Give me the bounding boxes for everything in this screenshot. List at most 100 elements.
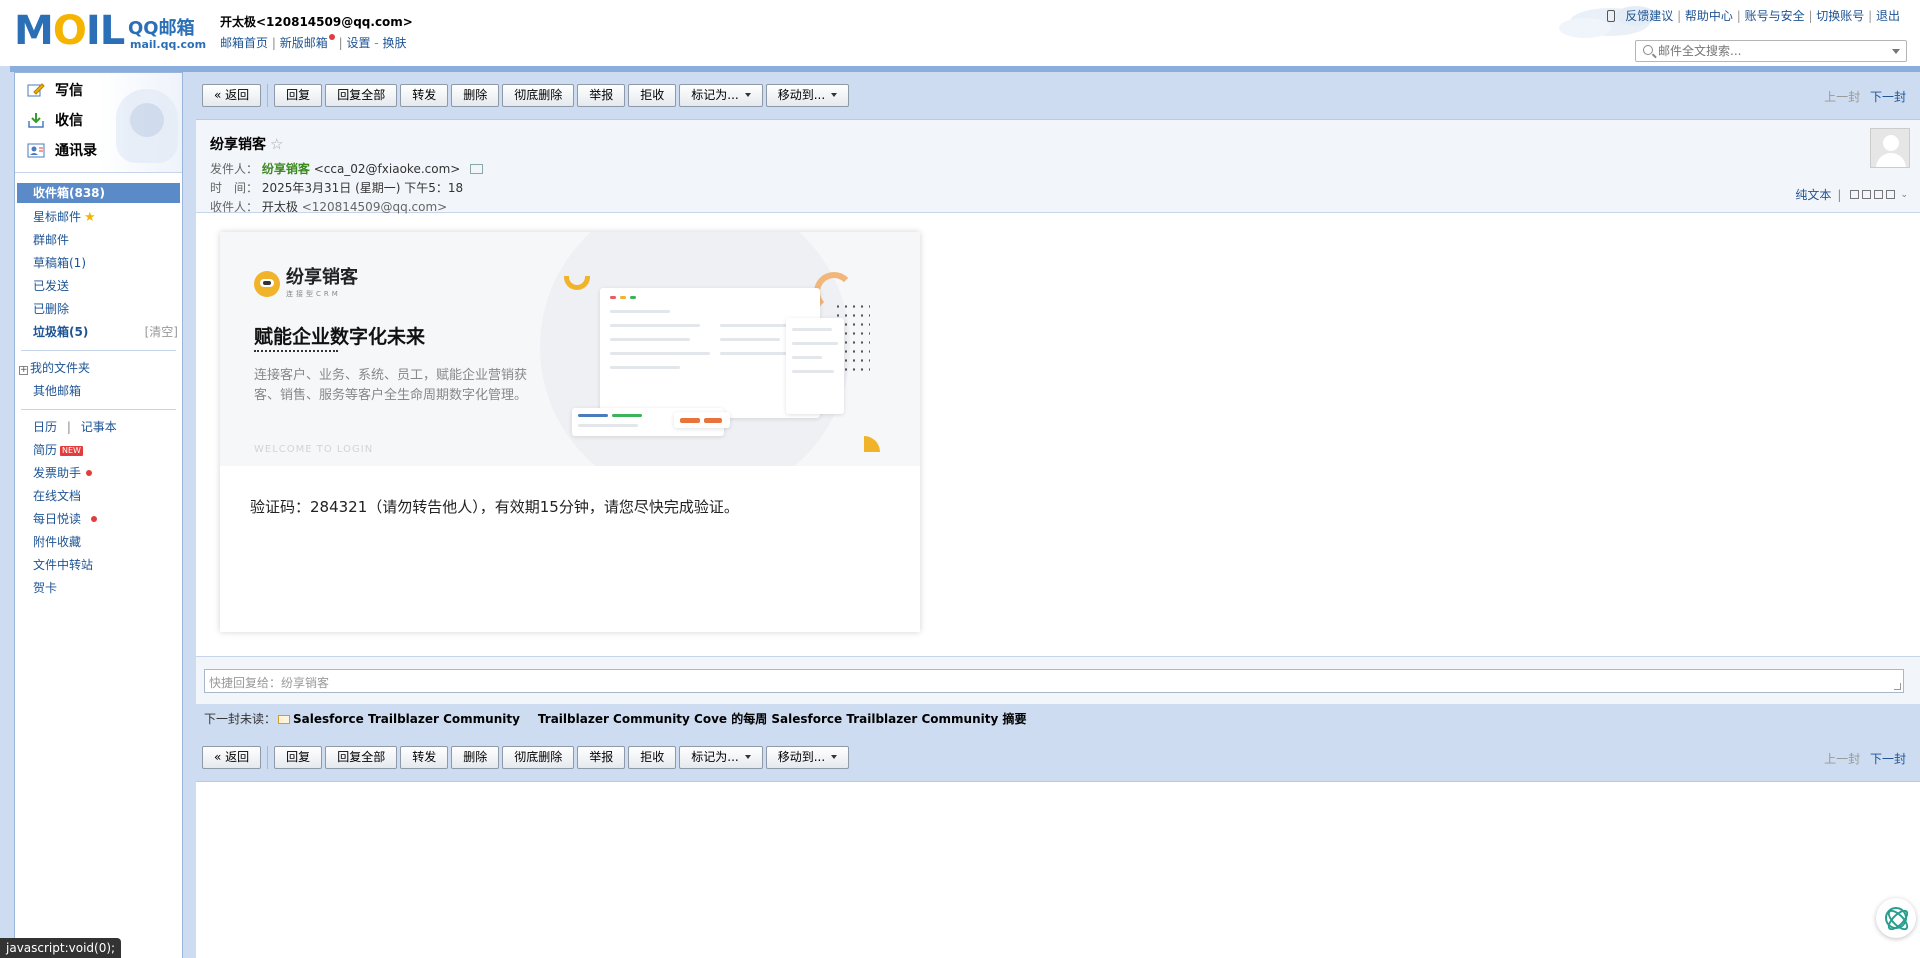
dash: -	[374, 36, 379, 50]
delete-button[interactable]: 删除	[451, 84, 500, 107]
star-outline-icon[interactable]: ☆	[270, 135, 283, 153]
bee-logo-icon	[254, 270, 280, 297]
reply-button[interactable]: 回复	[274, 84, 323, 107]
search-input[interactable]	[1658, 43, 1878, 59]
mark-as-dropdown[interactable]: 标记为...	[679, 746, 763, 769]
folder-sent[interactable]: 已发送	[15, 275, 182, 298]
folder-my-folders[interactable]: + 我的文件夹	[15, 357, 182, 380]
folder-starred[interactable]: 星标邮件 ★	[15, 206, 182, 229]
sidebar: 写信 收信 通讯录 收件箱(838) 星标邮件 ★ 群邮件 草稿箱(1) 已发送 …	[14, 72, 183, 958]
new-window-icon[interactable]	[1850, 190, 1860, 199]
quarter-circle-decoration-icon	[864, 436, 880, 452]
reply-all-button[interactable]: 回复全部	[325, 84, 398, 107]
app-resume[interactable]: 简历 NEW	[15, 439, 182, 462]
folder-group[interactable]: 群邮件	[15, 229, 182, 252]
app-daily-read[interactable]: 每日悦读	[15, 508, 182, 531]
quick-reply-input[interactable]: 快捷回复给：纷享销客	[204, 669, 1904, 693]
inbox-download-icon	[28, 113, 44, 128]
app-file-transfer[interactable]: 文件中转站	[15, 554, 182, 577]
bottom-toolbar: « 返回 回复 回复全部 转发 删除 彻底删除 举报 拒收 标记为... 移动到…	[196, 734, 1920, 782]
clear-spam-link[interactable]: [清空]	[145, 321, 178, 344]
notes-link[interactable]: 记事本	[81, 420, 117, 434]
folder-spam[interactable]: 垃圾箱(5) [清空]	[15, 321, 182, 344]
home-link[interactable]: 邮箱首页	[220, 36, 268, 50]
report-button[interactable]: 举报	[577, 84, 626, 107]
resize-grip-icon[interactable]	[1894, 683, 1901, 690]
app-attachments[interactable]: 附件收藏	[15, 531, 182, 554]
print-icon[interactable]	[1886, 190, 1896, 199]
receive-button[interactable]: 收信	[27, 107, 83, 133]
verification-code-text: 验证码：284321（请勿转告他人），有效期15分钟，请您尽快完成验证。	[250, 498, 739, 516]
assistant-fab-button[interactable]	[1876, 898, 1916, 938]
back-button[interactable]: « 返回	[202, 746, 262, 769]
delete-forever-button[interactable]: 彻底删除	[502, 746, 575, 769]
chevron-down-icon[interactable]	[1892, 49, 1900, 54]
assistant-flower-icon	[1885, 907, 1907, 929]
folder-deleted[interactable]: 已删除	[15, 298, 182, 321]
switch-account-link[interactable]: 切换账号	[1816, 9, 1864, 23]
reject-button[interactable]: 拒收	[628, 84, 677, 107]
user-display-name: 开太极<120814509@qq.com>	[220, 15, 413, 29]
qq-mail-logo[interactable]: MOIL QQ邮箱 mail.qq.com	[14, 10, 206, 52]
compose-icon	[27, 83, 45, 97]
next-unread-sender[interactable]: Salesforce Trailblazer Community	[293, 712, 520, 726]
to-label: 收件人：	[210, 200, 259, 214]
compose-button[interactable]: 写信	[27, 77, 83, 103]
prev-mail-link[interactable]: 上一封	[1824, 752, 1860, 766]
back-button[interactable]: « 返回	[202, 84, 262, 107]
contact-card-icon[interactable]	[470, 164, 484, 174]
toolbar-divider	[267, 746, 269, 769]
my-folders-label: 我的文件夹	[30, 361, 91, 375]
delete-button[interactable]: 删除	[451, 746, 500, 769]
help-link[interactable]: 帮助中心	[1685, 9, 1733, 23]
dashboard-mockup-tag	[674, 412, 730, 428]
expand-plus-icon[interactable]: +	[19, 366, 28, 375]
contacts-button[interactable]: 通讯录	[27, 137, 97, 163]
search-icon	[1643, 45, 1653, 55]
forward-button[interactable]: 转发	[400, 84, 449, 107]
folder-other-mailbox[interactable]: 其他邮箱	[15, 380, 182, 403]
report-button[interactable]: 举报	[577, 746, 626, 769]
reply-button[interactable]: 回复	[274, 746, 323, 769]
next-mail-link[interactable]: 下一封	[1870, 90, 1906, 104]
folder-list: 收件箱(838) 星标邮件 ★ 群邮件 草稿箱(1) 已发送 已删除 垃圾箱(5)…	[15, 173, 182, 600]
toolbar-divider	[267, 84, 269, 107]
app-invoice[interactable]: 发票助手	[15, 462, 182, 485]
next-mail-link[interactable]: 下一封	[1870, 752, 1906, 766]
folder-drafts[interactable]: 草稿箱(1)	[15, 252, 182, 275]
phone-icon[interactable]	[1607, 10, 1616, 22]
skin-link[interactable]: 换肤	[382, 36, 406, 50]
logout-link[interactable]: 退出	[1876, 9, 1900, 23]
mark-as-label: 标记为...	[691, 750, 739, 764]
banner-description: 连接客户、业务、系统、员工，赋能企业营销获客、销售、服务等客户全生命周期数字化管…	[254, 368, 528, 403]
calendar-link[interactable]: 日历	[33, 420, 57, 434]
reply-all-button[interactable]: 回复全部	[325, 746, 398, 769]
user-block: 开太极<120814509@qq.com> 邮箱首页 | 新版邮箱 | 设置 -…	[220, 13, 413, 51]
fullscreen-icon[interactable]	[1862, 190, 1872, 199]
new-version-link[interactable]: 新版邮箱	[280, 36, 328, 50]
delete-forever-button[interactable]: 彻底删除	[502, 84, 575, 107]
app-online-docs[interactable]: 在线文档	[15, 485, 182, 508]
tagline-underline	[254, 348, 338, 352]
plain-text-link[interactable]: 纯文本	[1795, 186, 1831, 203]
move-to-dropdown[interactable]: 移动到...	[765, 746, 850, 769]
settings-link[interactable]: 设置	[346, 36, 370, 50]
forward-button[interactable]: 转发	[400, 746, 449, 769]
brand-subtitle: 连接型CRM	[286, 290, 341, 298]
archive-icon[interactable]	[1874, 190, 1884, 199]
app-cards[interactable]: 贺卡	[15, 577, 182, 600]
next-unread-subject[interactable]: Trailblazer Community Cove 的每周 Salesforc…	[538, 712, 1027, 726]
chevron-down-icon[interactable]: ⌄	[1900, 190, 1908, 200]
feedback-link[interactable]: 反馈建议	[1625, 9, 1673, 23]
browser-status-bar: javascript:void(0);	[0, 938, 122, 958]
from-name[interactable]: 纷享销客	[262, 162, 310, 176]
prev-mail-link[interactable]: 上一封	[1824, 90, 1860, 104]
chevron-down-icon	[831, 755, 838, 759]
mark-as-dropdown[interactable]: 标记为...	[679, 84, 763, 107]
search-box[interactable]	[1635, 40, 1907, 62]
move-to-dropdown[interactable]: 移动到...	[765, 84, 850, 107]
account-security-link[interactable]: 账号与安全	[1745, 9, 1805, 23]
reject-button[interactable]: 拒收	[628, 746, 677, 769]
folder-inbox[interactable]: 收件箱(838)	[17, 183, 180, 203]
invoice-label: 发票助手	[33, 466, 82, 480]
